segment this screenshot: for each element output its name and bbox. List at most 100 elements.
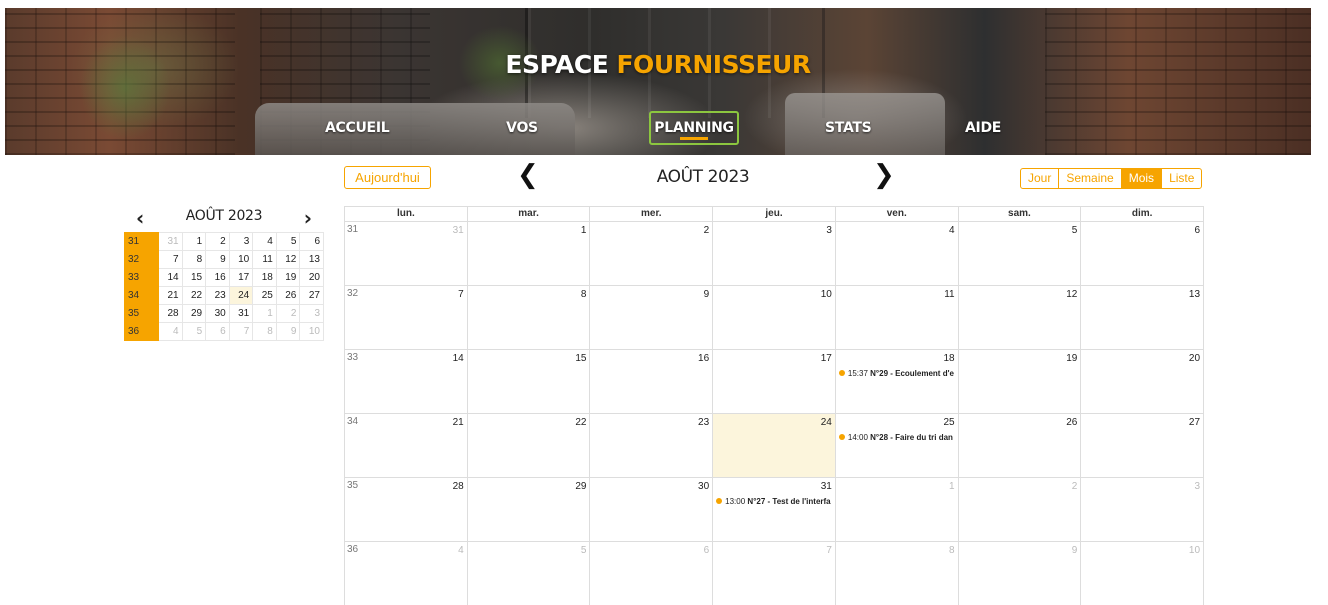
calendar-event[interactable]: 15:37 N°29 - Ecoulement d'e [838,369,958,378]
mini-calendar-day[interactable]: 6 [299,232,324,251]
mini-calendar-day[interactable]: 8 [252,322,277,341]
calendar-day[interactable]: 3 [1080,477,1205,541]
mini-calendar-day[interactable]: 31 [158,232,183,251]
mini-calendar-day[interactable]: 14 [158,268,183,287]
view-liste-button[interactable]: Liste [1161,168,1203,189]
calendar-day[interactable]: 27 [1080,413,1205,477]
calendar-day[interactable]: 33 14 [344,349,467,413]
mini-calendar-day[interactable]: 2 [205,232,230,251]
mini-calendar-day[interactable]: 16 [205,268,230,287]
calendar-day[interactable]: 31 31 [344,221,467,285]
calendar-day[interactable]: 17 [712,349,835,413]
mini-calendar-day[interactable]: 21 [158,286,183,305]
calendar-day[interactable]: 6 [1080,221,1205,285]
mini-calendar-day[interactable]: 1 [181,232,207,251]
mini-calendar-day[interactable]: 9 [205,250,230,269]
calendar-day[interactable]: 18 15:37 N°29 - Ecoulement d'e [834,349,958,413]
mini-calendar-day[interactable]: 2 [275,304,301,323]
mini-calendar-day[interactable]: 4 [252,232,277,251]
calendar-day[interactable]: 22 [466,413,590,477]
mini-calendar-day[interactable]: 1 [252,304,277,323]
calendar-day[interactable]: 10 [1080,541,1205,605]
mini-calendar-day[interactable]: 10 [299,322,324,341]
calendar-day[interactable]: 35 28 [344,477,467,541]
calendar-day[interactable]: 15 [466,349,590,413]
mini-calendar-day[interactable]: 5 [181,322,207,341]
calendar-day[interactable]: 30 [589,477,713,541]
calendar-day[interactable]: 5 [957,221,1081,285]
calendar-day[interactable]: 9 [957,541,1081,605]
chevron-right-icon[interactable]: ❯ [873,160,895,190]
mini-calendar-day[interactable]: 25 [252,286,277,305]
calendar-day[interactable]: 3 [712,221,835,285]
mini-calendar-day[interactable]: 15 [181,268,207,287]
view-mois-button[interactable]: Mois [1120,168,1163,189]
mini-calendar-day[interactable]: 8 [181,250,207,269]
calendar-day[interactable]: 20 [1080,349,1205,413]
calendar-day[interactable]: 1 [834,477,958,541]
nav-planning[interactable]: PLANNING [649,111,739,145]
calendar-day[interactable]: 36 4 [344,541,467,605]
mini-calendar-day[interactable]: 19 [275,268,301,287]
calendar-day[interactable]: 26 [957,413,1081,477]
calendar-day[interactable]: 8 [466,285,590,349]
mini-calendar-day[interactable]: 11 [252,250,277,269]
calendar-day[interactable]: 9 [589,285,713,349]
mini-calendar-day[interactable]: 3 [299,304,324,323]
mini-calendar-day[interactable]: 5 [275,232,301,251]
nav-aide[interactable]: AIDE [965,111,1001,145]
nav-stats[interactable]: STATS [825,111,872,145]
calendar-day[interactable]: 2 [957,477,1081,541]
calendar-day[interactable]: 29 [466,477,590,541]
chevron-right-icon[interactable]: › [304,206,312,230]
mini-calendar-day[interactable]: 17 [228,268,254,287]
mini-calendar-day[interactable]: 20 [299,268,324,287]
mini-calendar-day[interactable]: 12 [275,250,301,269]
mini-calendar-day[interactable]: 7 [228,322,254,341]
calendar-day[interactable]: 23 [589,413,713,477]
mini-calendar-day[interactable]: 29 [181,304,207,323]
calendar-day[interactable]: 16 [589,349,713,413]
calendar-event[interactable]: 14:00 N°28 - Faire du tri dan [838,433,958,442]
calendar-day[interactable]: 8 [834,541,958,605]
calendar-day[interactable]: 34 21 [344,413,467,477]
view-jour-button[interactable]: Jour [1020,168,1060,189]
view-semaine-button[interactable]: Semaine [1058,168,1122,189]
mini-calendar-day[interactable]: 24 [228,286,254,305]
calendar-day[interactable]: 12 [957,285,1081,349]
mini-calendar-day[interactable]: 9 [275,322,301,341]
calendar-day[interactable]: 31 13:00 N°27 - Test de l'interfa [712,477,835,541]
mini-calendar-day[interactable]: 6 [205,322,230,341]
calendar-day[interactable]: 32 7 [344,285,467,349]
mini-calendar-day[interactable]: 4 [158,322,183,341]
mini-calendar-day[interactable]: 30 [205,304,230,323]
calendar-day[interactable]: 10 [712,285,835,349]
calendar-event[interactable]: 13:00 N°27 - Test de l'interfa [716,497,835,506]
today-button[interactable]: Aujourd'hui [344,166,431,189]
mini-calendar-day[interactable]: 28 [158,304,183,323]
mini-calendar-day[interactable]: 7 [158,250,183,269]
calendar-day[interactable]: 25 14:00 N°28 - Faire du tri dan [834,413,958,477]
mini-calendar-day[interactable]: 22 [181,286,207,305]
calendar-day[interactable]: 11 [834,285,958,349]
calendar-day[interactable]: 7 [712,541,835,605]
calendar-day[interactable]: 4 [834,221,958,285]
calendar-day[interactable]: 13 [1080,285,1205,349]
mini-calendar-day[interactable]: 31 [228,304,254,323]
calendar-day-today[interactable]: 24 [712,413,835,477]
calendar-day[interactable]: 19 [957,349,1081,413]
mini-calendar-day[interactable]: 13 [299,250,324,269]
calendar-day[interactable]: 2 [589,221,713,285]
calendar-day[interactable]: 1 [466,221,590,285]
mini-calendar-day[interactable]: 10 [228,250,254,269]
chevron-left-icon[interactable]: ❮ [517,160,539,190]
mini-calendar-day[interactable]: 26 [275,286,301,305]
mini-calendar-day[interactable]: 23 [205,286,230,305]
calendar-day[interactable]: 6 [589,541,713,605]
mini-calendar-day[interactable]: 3 [228,232,254,251]
mini-calendar-day[interactable]: 27 [299,286,324,305]
mini-calendar-day[interactable]: 18 [252,268,277,287]
nav-accueil[interactable]: ACCUEIL [325,111,390,145]
nav-vos-tickets[interactable]: VOS TICKETS [481,111,563,155]
calendar-day[interactable]: 5 [466,541,590,605]
